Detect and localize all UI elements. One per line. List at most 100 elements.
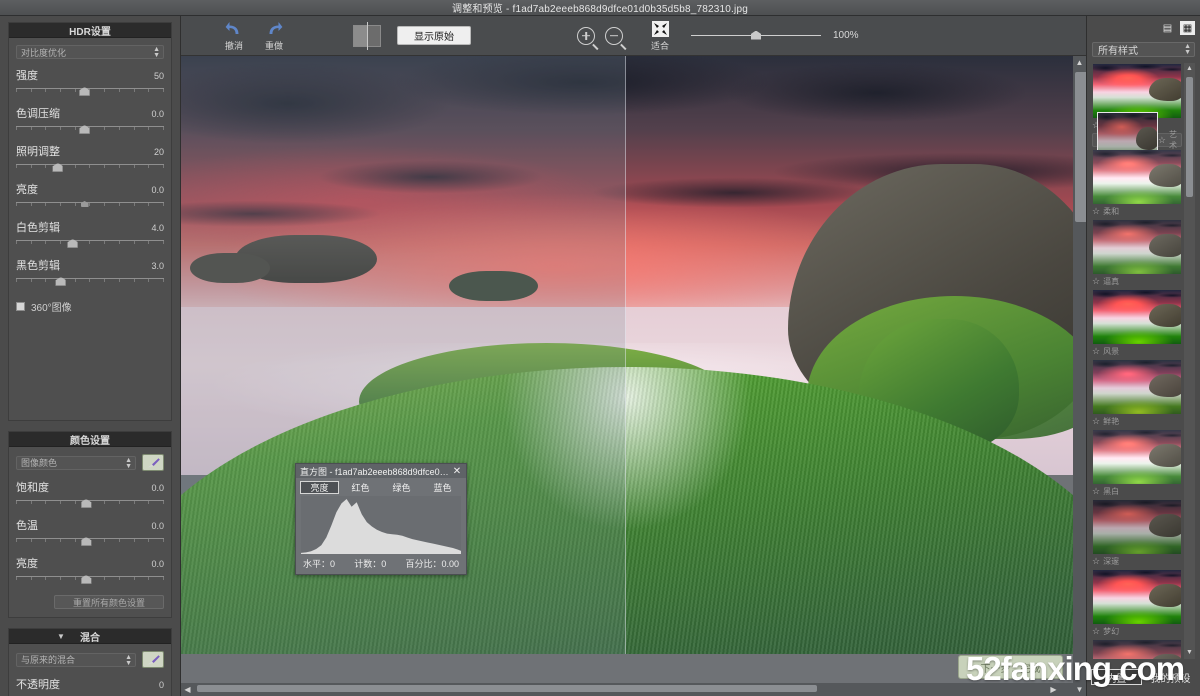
histogram-tab-green[interactable]: 绿色: [382, 481, 421, 494]
favorite-star-icon[interactable]: ☆: [1158, 135, 1166, 146]
blend-brush-button[interactable]: [142, 651, 164, 668]
slider-lighting-adjust-track[interactable]: [16, 162, 164, 173]
grid-view-icon[interactable]: ▦: [1180, 21, 1195, 35]
color-preset-select[interactable]: 图像颜色 ▲ ▼: [16, 455, 136, 470]
style-thumbnail[interactable]: ☆ 梦幻: [1092, 569, 1182, 637]
style-thumbnail[interactable]: ☆ 黑白: [1092, 429, 1182, 497]
favorite-star-icon[interactable]: ☆: [1092, 276, 1100, 287]
canvas-vertical-scrollbar[interactable]: ▲ ▼: [1073, 56, 1086, 696]
scroll-up-arrow-icon[interactable]: ▲: [1184, 63, 1195, 75]
hdr-editor-window: 调整和预览 - f1ad7ab2eeeb868d9dfce01d0b35d5b8…: [0, 0, 1200, 696]
zoom-slider-knob[interactable]: [751, 30, 761, 40]
hdr-preset-select[interactable]: 对比度优化 ▲ ▼: [16, 45, 164, 59]
style-thumbnail[interactable]: ☆ 鲜艳: [1092, 359, 1182, 427]
slider-brightness-track[interactable]: [16, 200, 164, 211]
next-finish-button[interactable]: 下一步：完成: [958, 655, 1063, 679]
canvas-horizontal-scrollbar[interactable]: ◀ ▶: [181, 683, 1073, 696]
style-thumbnail-image[interactable]: [1092, 359, 1182, 415]
chevron-updown-icon: ▲ ▼: [125, 653, 132, 667]
canvas-vertical-scroll-thumb[interactable]: [1075, 72, 1086, 222]
fit-to-screen-icon: [650, 19, 670, 38]
favorite-star-icon[interactable]: ☆: [1092, 416, 1100, 427]
split-view-icon[interactable]: [353, 21, 381, 50]
style-filter-value: 所有样式: [1098, 46, 1138, 57]
slider-temperature-track[interactable]: [16, 536, 164, 547]
slider-white-clip-track[interactable]: [16, 238, 164, 249]
style-thumbnail-image[interactable]: [1092, 639, 1182, 659]
histogram-dialog[interactable]: 直方图 - f1ad7ab2eeeb868d9dfce01d0... ✕ 亮度 …: [295, 463, 467, 575]
style-thumbnail[interactable]: ☆ 风景: [1092, 289, 1182, 357]
slider-saturation-value: 0.0: [151, 483, 164, 493]
style-thumbnail-image[interactable]: [1092, 429, 1182, 485]
style-thumbnail-image[interactable]: [1092, 63, 1182, 119]
favorite-star-icon[interactable]: ☆: [1092, 626, 1100, 637]
histogram-tab-red[interactable]: 红色: [341, 481, 380, 494]
hdr-settings-header[interactable]: HDR设置: [9, 23, 171, 38]
style-thumbnail-image[interactable]: [1092, 149, 1182, 205]
scroll-left-arrow-icon[interactable]: ◀: [181, 683, 194, 696]
blend-preset-select[interactable]: 与原来的混合 ▲ ▼: [16, 652, 136, 667]
undo-button[interactable]: 撤消: [217, 19, 251, 52]
scroll-right-arrow-icon[interactable]: ▶: [1047, 683, 1060, 696]
histogram-titlebar[interactable]: 直方图 - f1ad7ab2eeeb868d9dfce01d0... ✕: [296, 464, 466, 478]
style-thumbnail-image[interactable]: [1092, 569, 1182, 625]
favorite-star-icon[interactable]: ☆: [1092, 556, 1100, 567]
close-icon[interactable]: ✕: [452, 466, 462, 477]
styles-scroll-thumb[interactable]: [1186, 77, 1193, 197]
style-thumbnail[interactable]: ☆ 逼真: [1092, 219, 1182, 287]
favorite-star-icon[interactable]: ☆: [1092, 206, 1100, 217]
reset-colors-label: 重置所有颜色设置: [72, 597, 145, 608]
fit-button[interactable]: 适合: [643, 19, 677, 52]
before-after-divider[interactable]: [625, 56, 627, 654]
tab-my-presets[interactable]: 我的预设: [1146, 669, 1195, 685]
color-brush-button[interactable]: [142, 454, 164, 471]
slider-saturation-track[interactable]: [16, 498, 164, 509]
slider-color-brightness-value: 0.0: [151, 559, 164, 569]
slider-lighting-adjust-label: 照明调整: [16, 146, 60, 158]
scroll-up-arrow-icon[interactable]: ▲: [1073, 56, 1086, 69]
slider-color-brightness-track[interactable]: [16, 574, 164, 585]
slider-strength-track[interactable]: [16, 86, 164, 97]
show-original-button[interactable]: 显示原始: [397, 26, 471, 45]
color-settings-body: 图像颜色 ▲ ▼ 饱和度 0.0 色温 0.0 亮度 0.0 重置所有颜色设置: [9, 447, 171, 617]
tab-builtin-presets[interactable]: 内置: [1091, 669, 1142, 685]
canvas-horizontal-scroll-thumb[interactable]: [197, 685, 817, 692]
redo-button[interactable]: 重做: [257, 19, 291, 52]
style-thumbnail-label: 风景: [1103, 346, 1120, 356]
scroll-down-arrow-icon[interactable]: ▼: [1184, 647, 1195, 659]
zoom-in-icon[interactable]: [577, 26, 595, 45]
color-settings-header[interactable]: 颜色设置: [9, 432, 171, 447]
slider-strength-value: 50: [153, 71, 164, 81]
scroll-down-arrow-icon[interactable]: ▼: [1073, 683, 1086, 696]
style-thumbnail[interactable]: ☆ 艺术: [1092, 112, 1182, 168]
histogram-title: 直方图 - f1ad7ab2eeeb868d9dfce01d0...: [300, 466, 452, 477]
style-thumbnail[interactable]: ☆ 深邃: [1092, 499, 1182, 567]
style-thumbnail-image[interactable]: [1092, 219, 1182, 275]
histogram-tab-luminance[interactable]: 亮度: [300, 481, 339, 494]
reset-colors-button[interactable]: 重置所有颜色设置: [54, 595, 164, 609]
favorite-star-icon[interactable]: ☆: [1092, 486, 1100, 497]
preview-canvas[interactable]: ▲ ▼ ◀ ▶: [181, 56, 1086, 696]
zoom-slider[interactable]: [691, 29, 821, 43]
histogram-count: 计数：0: [354, 559, 387, 569]
styles-column: ▤ ▦ 所有样式 ▲▼ ☆自然☆艺术☆柔和☆逼真☆风景☆鲜艳☆黑白☆深邃☆梦幻☆…: [1086, 16, 1200, 696]
color-preset-value: 图像颜色: [21, 458, 58, 468]
style-thumbnail[interactable]: ☆清晰: [1092, 639, 1182, 659]
style-thumbnail-image[interactable]: [1092, 289, 1182, 345]
zoom-out-icon[interactable]: [605, 26, 623, 45]
slider-white-clip-value: 4.0: [151, 223, 164, 233]
histogram-tab-blue[interactable]: 蓝色: [423, 481, 462, 494]
style-thumbnail[interactable]: ☆ 柔和: [1092, 149, 1182, 217]
checkbox-360-image[interactable]: 360°图像: [16, 299, 164, 314]
style-thumbnail-image[interactable]: [1092, 499, 1182, 555]
styles-scrollbar[interactable]: ▲ ▼: [1184, 63, 1195, 659]
style-thumbnail-list[interactable]: ☆自然☆艺术☆柔和☆逼真☆风景☆鲜艳☆黑白☆深邃☆梦幻☆清晰 ▲ ▼: [1092, 63, 1195, 659]
blend-header[interactable]: ▼ 混合: [9, 629, 171, 644]
single-view-icon[interactable]: ▤: [1160, 21, 1175, 35]
slider-black-clip-track[interactable]: [16, 276, 164, 287]
slider-temperature-label: 色温: [16, 520, 38, 532]
favorite-star-icon[interactable]: ☆: [1092, 346, 1100, 357]
style-filter-select[interactable]: 所有样式 ▲ ▼: [1092, 42, 1195, 57]
slider-tone-compression-track[interactable]: [16, 124, 164, 135]
left-settings-column: HDR设置 对比度优化 ▲ ▼ 强度 50 色调压缩 0.0 照明调整 20 亮…: [0, 16, 181, 696]
